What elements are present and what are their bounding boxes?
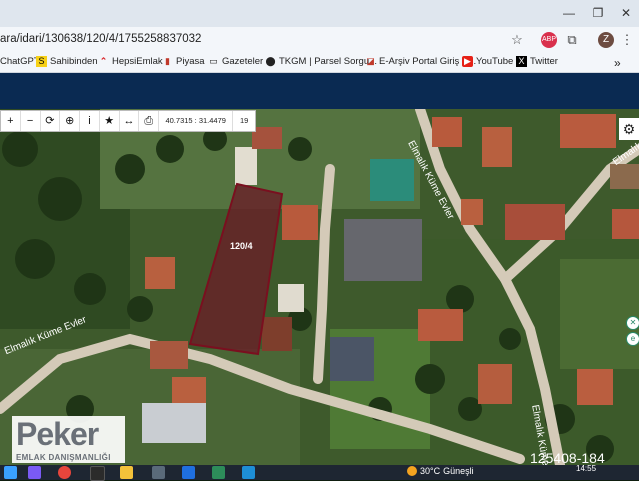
agency-name: Peker xyxy=(16,416,99,452)
refresh-icon[interactable]: ⟳ xyxy=(41,111,61,131)
extensions-puzzle-icon[interactable]: ⧉ xyxy=(563,31,581,49)
bookmark-hepsiemlak[interactable]: ⌃ HepsiEmlak xyxy=(98,56,163,67)
layer-toggle-icon[interactable]: e xyxy=(626,332,639,346)
zoom-out-button[interactable]: − xyxy=(21,111,41,131)
locate-icon[interactable]: ⊕ xyxy=(60,111,81,131)
hepsiemlak-icon: ⌃ xyxy=(99,56,108,66)
camera-icon[interactable] xyxy=(152,466,165,479)
dropbox-icon[interactable] xyxy=(182,466,195,479)
chrome-icon[interactable] xyxy=(58,466,71,479)
bookmark-label: Twitter xyxy=(530,56,558,67)
url-field[interactable]: ara/idari/130638/120/4/1755258837032 xyxy=(0,33,201,45)
zoom-in-button[interactable]: + xyxy=(1,111,21,131)
site-header xyxy=(0,73,639,109)
zoom-level: 19 xyxy=(239,116,249,125)
bookmark-sahibinden[interactable]: S Sahibinden xyxy=(36,56,98,67)
bookmark-star-icon[interactable]: ☆ xyxy=(508,31,526,49)
agency-watermark: Peker EMLAK DANIŞMANLIĞI xyxy=(12,416,125,463)
location-pin-icon: ⬤ xyxy=(265,56,276,66)
settings-gear-icon[interactable]: ⚙ xyxy=(619,118,639,140)
terminal-icon[interactable] xyxy=(90,466,105,481)
satellite-map[interactable]: 120/4 Elmalık Küme Evler Elmalık Küme Ev… xyxy=(0,109,639,465)
address-bar: ara/idari/130638/120/4/1755258837032 ☆ A… xyxy=(0,27,639,54)
youtube-icon: ▶ xyxy=(462,56,473,67)
taskbar-clock[interactable]: 14:55 xyxy=(576,465,596,473)
map-toolbar: + − ⟳ ⊕ i ★ ↔ ⎙ 40.7315 : 31.4479 19 xyxy=(0,110,256,132)
bookmark-youtube[interactable]: ▶ YouTube xyxy=(462,56,513,67)
browser-menu-icon[interactable]: ⋮ xyxy=(618,31,636,49)
bookmark-label: YouTube xyxy=(476,56,514,67)
bookmark-gazeteler[interactable]: ▭ Gazeteler xyxy=(208,56,263,67)
print-icon[interactable]: ⎙ xyxy=(139,111,160,131)
bookmark-label: Gazeteler xyxy=(222,56,264,67)
piyasa-icon: ▮ xyxy=(165,56,170,66)
bookmark-tkgm[interactable]: ⬤ TKGM | Parsel Sorgu... xyxy=(265,56,377,67)
windows-taskbar: 30°C Güneşli 14:55 xyxy=(0,465,639,481)
maximize-button[interactable]: ❐ xyxy=(589,4,607,22)
copilot-icon[interactable] xyxy=(28,466,41,479)
earsiv-icon: ◪ xyxy=(366,56,375,66)
weather-text: Güneşli xyxy=(443,466,474,476)
bookmark-chatgpt[interactable]: ChatGPT xyxy=(0,56,40,67)
more-bookmarks-chevron-icon[interactable]: » xyxy=(614,56,621,70)
adblock-extension-icon[interactable]: ABP xyxy=(541,32,557,48)
folder-icon: ▭ xyxy=(209,56,218,66)
info-icon[interactable]: i xyxy=(80,111,100,131)
file-explorer-icon[interactable] xyxy=(120,466,133,479)
bookmark-piyasa[interactable]: ▮ Piyasa xyxy=(162,56,205,67)
bookmark-earsiv[interactable]: ◪ E-Arşiv Portal Giriş E... xyxy=(365,56,476,67)
twitter-icon: X xyxy=(516,56,527,67)
app-icon[interactable] xyxy=(212,466,225,479)
sun-icon xyxy=(407,466,417,476)
parcel-label: 120/4 xyxy=(230,241,253,251)
bookmark-label: Piyasa xyxy=(176,56,205,67)
bookmark-twitter[interactable]: X Twitter xyxy=(516,56,558,67)
agency-subtitle: EMLAK DANIŞMANLIĞI xyxy=(16,453,111,462)
edge-icon[interactable] xyxy=(242,466,255,479)
close-circle-icon[interactable]: ✕ xyxy=(626,316,639,330)
minimize-button[interactable]: — xyxy=(560,4,578,22)
coordinate-readout: 40.7315 : 31.4479 xyxy=(159,111,234,131)
bookmarks-bar: ChatGPT S Sahibinden ⌃ HepsiEmlak ▮ Piyasa … xyxy=(0,54,639,73)
favorite-star-icon[interactable]: ★ xyxy=(100,111,120,131)
map-imagery xyxy=(0,109,639,465)
weather-temp: 30°C xyxy=(420,466,441,476)
browser-tab-strip: — ❐ ✕ xyxy=(0,0,639,27)
measure-icon[interactable]: ↔ xyxy=(120,111,140,131)
clock-time: 14:55 xyxy=(576,464,597,473)
weather-widget[interactable]: 30°C Güneşli xyxy=(407,466,474,476)
start-icon[interactable] xyxy=(4,466,17,479)
map-side-controls: ✕ e xyxy=(626,316,639,348)
bookmark-label: HepsiEmlak xyxy=(112,56,163,67)
close-window-button[interactable]: ✕ xyxy=(617,4,635,22)
bookmark-label: Sahibinden xyxy=(50,56,98,67)
sahibinden-icon: S xyxy=(36,56,47,67)
profile-avatar[interactable]: Z xyxy=(598,32,614,48)
bookmark-label: ChatGPT xyxy=(0,56,40,67)
bookmark-label: TKGM | Parsel Sorgu... xyxy=(279,56,378,67)
